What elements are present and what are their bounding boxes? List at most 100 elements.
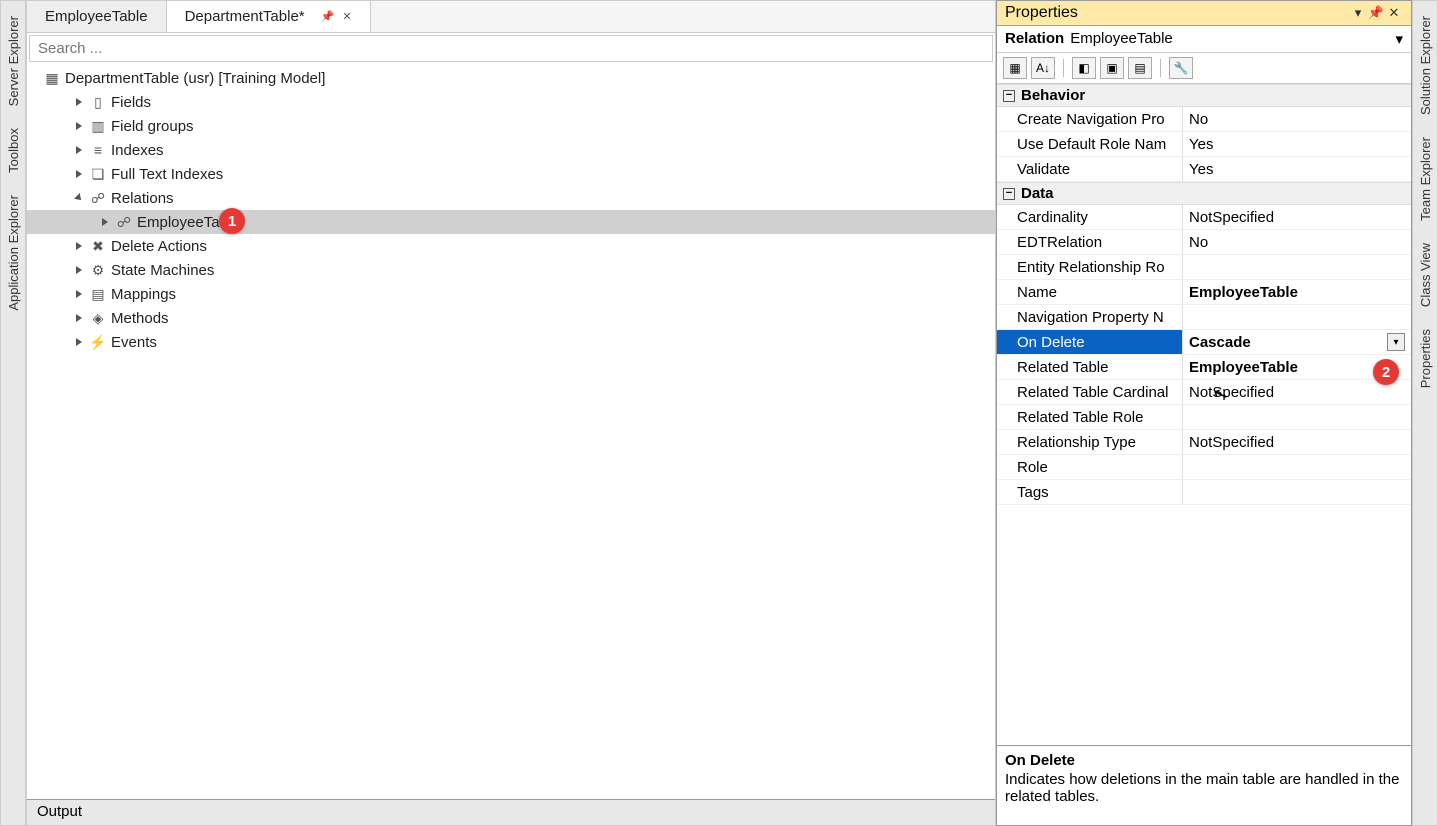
property-row[interactable]: Relationship Type NotSpecified [997, 430, 1411, 455]
tree-root[interactable]: ▦DepartmentTable (usr) [Training Model] [27, 66, 995, 90]
property-row[interactable]: Related Table Role [997, 405, 1411, 430]
property-row[interactable]: ValidateYes [997, 157, 1411, 182]
property-value[interactable]: Yes [1189, 161, 1213, 178]
expander-icon[interactable] [73, 144, 85, 156]
property-value-cell[interactable] [1183, 255, 1411, 279]
tree-node[interactable]: ☍Relations [27, 186, 995, 210]
rail-tab-application-explorer[interactable]: Application Explorer [3, 186, 24, 320]
tree-node[interactable]: ⚙State Machines [27, 258, 995, 282]
property-value[interactable]: Cascade [1189, 334, 1251, 351]
close-icon[interactable]: ✕ [342, 10, 351, 23]
property-value-cell[interactable]: NotSpecified [1183, 430, 1411, 454]
expander-icon[interactable] [73, 312, 85, 324]
expander-icon[interactable] [73, 288, 85, 300]
property-row[interactable]: NameEmployeeTable [997, 280, 1411, 305]
expander-icon[interactable] [73, 120, 85, 132]
tab-department-table[interactable]: DepartmentTable* 📌 ✕ [167, 1, 371, 32]
rail-tab-solution-explorer[interactable]: Solution Explorer [1415, 7, 1436, 124]
property-value[interactable]: NotSpecified [1189, 434, 1274, 451]
rail-tab-team-explorer[interactable]: Team Explorer [1415, 128, 1436, 230]
property-row[interactable]: On DeleteCascade▾3 [997, 330, 1411, 355]
property-value-cell[interactable]: Cascade ▾ [1183, 330, 1411, 354]
property-value[interactable]: No [1189, 234, 1208, 251]
property-value[interactable]: NotSpecified [1189, 384, 1274, 401]
property-name: Relationship Type [997, 430, 1183, 454]
categorized-button[interactable]: ▦ [1003, 57, 1027, 79]
expander-icon[interactable] [73, 336, 85, 348]
expander-icon[interactable] [73, 168, 85, 180]
property-value[interactable]: No [1189, 111, 1208, 128]
dropdown-button[interactable]: ▾ [1387, 333, 1405, 351]
tree-node[interactable]: ❏Full Text Indexes [27, 162, 995, 186]
alphabetical-button[interactable]: A↓ [1031, 57, 1055, 79]
property-value[interactable]: EmployeeTable [1189, 359, 1298, 376]
property-row[interactable]: Role [997, 455, 1411, 480]
property-category[interactable]: −Behavior [997, 84, 1411, 107]
wrench-icon[interactable]: 🔧 [1169, 57, 1193, 79]
tree-node-label: Relations [111, 190, 174, 207]
property-value-cell[interactable] [1183, 455, 1411, 479]
node-icon: ⚡ [89, 334, 107, 350]
property-value-cell[interactable]: Yes [1183, 157, 1411, 181]
rail-tab-server-explorer[interactable]: Server Explorer [3, 7, 24, 115]
properties-object-row[interactable]: Relation EmployeeTable ▾ [997, 26, 1411, 53]
close-icon[interactable]: ✕ [1385, 5, 1403, 21]
annotation-badge: 1 [219, 208, 245, 234]
property-value-cell[interactable] [1183, 480, 1411, 504]
property-row[interactable]: Cardinality NotSpecified [997, 205, 1411, 230]
property-value-cell[interactable] [1183, 305, 1411, 329]
expander-icon[interactable] [73, 96, 85, 108]
expander-icon[interactable] [73, 192, 85, 204]
output-pane-header[interactable]: Output [27, 799, 995, 825]
property-value-cell[interactable] [1183, 405, 1411, 429]
property-row[interactable]: Navigation Property N [997, 305, 1411, 330]
property-value-cell[interactable]: No [1183, 107, 1411, 131]
property-row[interactable]: Related Table CardinalNotSpecified↖ [997, 380, 1411, 405]
property-row[interactable]: Related TableEmployeeTable2 [997, 355, 1411, 380]
collapse-icon[interactable]: − [1003, 90, 1015, 102]
pin-icon[interactable]: 📌 [1367, 5, 1385, 21]
tree-node[interactable]: ▥Field groups [27, 114, 995, 138]
property-value[interactable]: EmployeeTable [1189, 284, 1298, 301]
property-value-cell[interactable]: NotSpecified [1183, 380, 1411, 404]
property-row[interactable]: EDTRelationNo [997, 230, 1411, 255]
properties-grid[interactable]: −BehaviorCreate Navigation ProNoUse Defa… [997, 84, 1411, 745]
rail-tab-class-view[interactable]: Class View [1415, 234, 1436, 316]
pin-icon[interactable]: 📌 [321, 10, 335, 23]
editor-pane: EmployeeTable DepartmentTable* 📌 ✕ ▦Depa… [26, 0, 996, 826]
tree-node[interactable]: ≡Indexes [27, 138, 995, 162]
tree-node[interactable]: ☍EmployeeTable1 [27, 210, 995, 234]
expander-icon[interactable] [99, 216, 111, 228]
expander-icon[interactable] [73, 240, 85, 252]
property-value-cell[interactable]: EmployeeTable [1183, 280, 1411, 304]
property-value-cell[interactable]: Yes [1183, 132, 1411, 156]
property-value[interactable]: NotSpecified [1189, 209, 1274, 226]
properties-panel: Properties ▾ 📌 ✕ Relation EmployeeTable … [996, 0, 1412, 826]
tree-node[interactable]: ✖Delete Actions [27, 234, 995, 258]
property-name: Cardinality [997, 205, 1183, 229]
property-value-cell[interactable]: No [1183, 230, 1411, 254]
toolbar-button[interactable]: ▤ [1128, 57, 1152, 79]
property-row[interactable]: Tags [997, 480, 1411, 505]
property-value-cell[interactable]: NotSpecified [1183, 205, 1411, 229]
tree-node[interactable]: ▯Fields [27, 90, 995, 114]
property-row[interactable]: Create Navigation ProNo [997, 107, 1411, 132]
collapse-icon[interactable]: − [1003, 188, 1015, 200]
toolbar-button[interactable]: ▣ [1100, 57, 1124, 79]
property-category[interactable]: −Data [997, 182, 1411, 205]
dropdown-icon[interactable]: ▾ [1349, 5, 1367, 21]
property-row[interactable]: Entity Relationship Ro [997, 255, 1411, 280]
toolbar-button[interactable]: ◧ [1072, 57, 1096, 79]
expander-icon[interactable] [73, 264, 85, 276]
tree-node[interactable]: ◈Methods [27, 306, 995, 330]
property-value[interactable]: Yes [1189, 136, 1213, 153]
property-row[interactable]: Use Default Role NamYes [997, 132, 1411, 157]
tree-node[interactable]: ⚡Events [27, 330, 995, 354]
search-input[interactable] [29, 35, 993, 62]
rail-tab-toolbox[interactable]: Toolbox [3, 119, 24, 182]
property-name: Entity Relationship Ro [997, 255, 1183, 279]
tab-employee-table[interactable]: EmployeeTable [27, 1, 167, 32]
designer-tree[interactable]: ▦DepartmentTable (usr) [Training Model]▯… [27, 64, 995, 799]
rail-tab-properties[interactable]: Properties [1415, 320, 1436, 397]
tree-node[interactable]: ▤Mappings [27, 282, 995, 306]
